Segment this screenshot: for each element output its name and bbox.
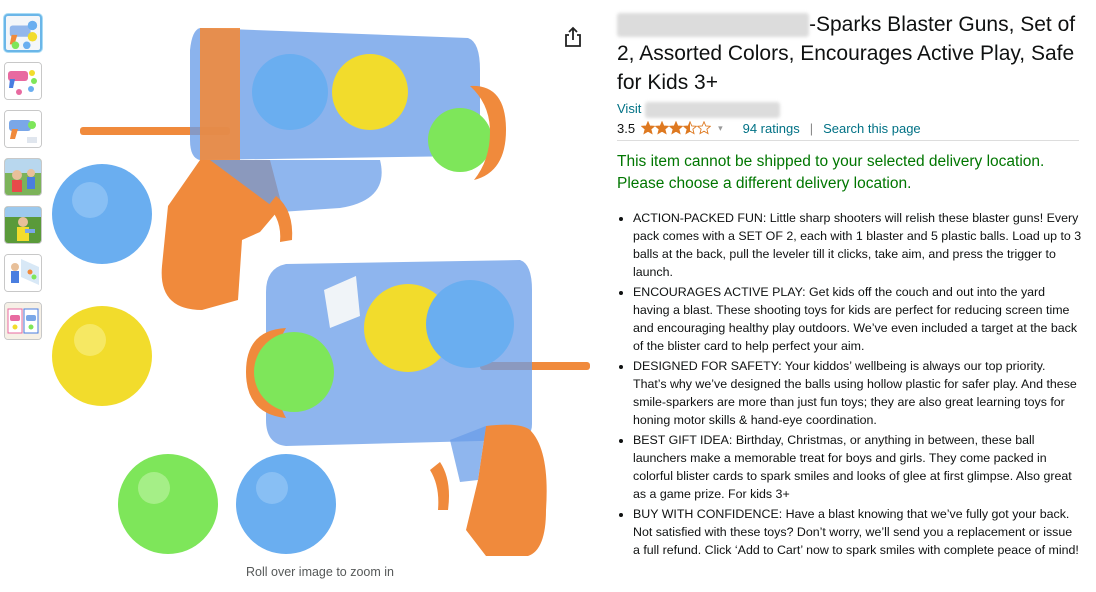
thumbnail-1[interactable]: [4, 14, 42, 52]
star-icon: [683, 121, 698, 135]
feature-bullets: ACTION-PACKED FUN: Little sharp shooters…: [617, 209, 1082, 559]
thumbnail-strip: [4, 14, 44, 350]
bullet-item: ENCOURAGES ACTIVE PLAY: Get kids off the…: [633, 283, 1082, 355]
blurred-store: [644, 101, 780, 118]
search-this-page-link[interactable]: Search this page: [823, 121, 921, 136]
bullet-item: ACTION-PACKED FUN: Little sharp shooters…: [633, 209, 1082, 281]
ratings-count-link[interactable]: 94 ratings: [743, 121, 800, 136]
bullet-item: BUY WITH CONFIDENCE: Have a blast knowin…: [633, 505, 1082, 559]
star-icon: [669, 121, 684, 135]
zoom-hint: Roll over image to zoom in: [246, 565, 394, 579]
star-rating[interactable]: [641, 121, 712, 135]
shipping-warning: This item cannot be shipped to your sele…: [617, 152, 1045, 192]
thumbnail-2[interactable]: [4, 62, 42, 100]
thumbnail-4[interactable]: [4, 158, 42, 196]
share-icon[interactable]: [563, 26, 583, 48]
separator: |: [809, 120, 814, 136]
bullet-item: BEST GIFT IDEA: Birthday, Christmas, or …: [633, 431, 1082, 503]
rating-row: 3.5 ▾ 94 ratings | Search this page: [617, 121, 1079, 141]
star-icon: [697, 121, 712, 135]
star-icon: [641, 121, 656, 135]
thumbnail-5[interactable]: [4, 206, 42, 244]
chevron-down-icon[interactable]: ▾: [718, 123, 723, 134]
visit-label: Visit: [617, 101, 642, 116]
star-icon: [655, 121, 670, 135]
main-product-image[interactable]: [50, 10, 610, 570]
store-link[interactable]: Visit: [617, 101, 1082, 118]
product-title: -Sparks Blaster Guns, Set of 2, Assorted…: [617, 10, 1082, 97]
rating-value: 3.5: [617, 120, 636, 136]
ball-green-bottom: [118, 454, 218, 554]
thumbnail-6[interactable]: [4, 254, 42, 292]
thumbnail-3[interactable]: [4, 110, 42, 148]
ball-blue-left: [52, 164, 152, 264]
thumbnail-7[interactable]: [4, 302, 42, 340]
product-details: -Sparks Blaster Guns, Set of 2, Assorted…: [617, 10, 1082, 561]
ball-blue-bottom: [236, 454, 336, 554]
blurred-brand: [617, 13, 809, 38]
bullet-item: DESIGNED FOR SAFETY: Your kiddos’ wellbe…: [633, 357, 1082, 429]
ball-yellow-left: [52, 306, 152, 406]
